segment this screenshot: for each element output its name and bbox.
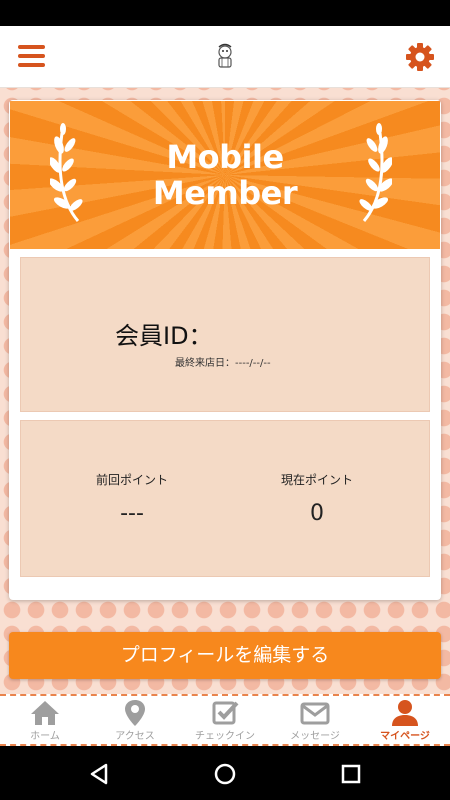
map-pin-icon: [125, 700, 145, 726]
checkbox-icon: [212, 701, 239, 725]
last-visit-value: ----/--/--: [235, 358, 271, 369]
android-navigation-bar: [0, 748, 450, 800]
edit-profile-button[interactable]: プロフィールを編集する: [9, 632, 441, 679]
previous-points-label: 前回ポイント: [95, 473, 168, 487]
mobile-member-banner: Mobile Member: [10, 101, 440, 249]
laurel-icon: [359, 123, 392, 222]
gear-icon[interactable]: [405, 42, 435, 72]
nav-label-mypage: マイページ: [380, 731, 430, 742]
nav-item-checkin[interactable]: チェックイン: [180, 696, 270, 744]
recents-square-icon[interactable]: [339, 762, 363, 786]
nav-label-home: ホーム: [30, 731, 60, 742]
nav-item-message[interactable]: メッセージ: [270, 696, 360, 744]
nav-label-access: アクセス: [115, 731, 155, 742]
nav-item-home[interactable]: ホーム: [0, 696, 90, 744]
previous-points-value: ---: [120, 501, 144, 526]
last-visit-label: 最終来店日：: [175, 358, 235, 369]
nav-item-mypage[interactable]: マイページ: [360, 696, 450, 744]
member-id-label: 会員ID：: [115, 322, 213, 350]
nav-item-access[interactable]: アクセス: [90, 696, 180, 744]
current-points-label: 現在ポイント: [280, 473, 353, 487]
member-info-panel: 会員ID： 最終来店日：----/--/--: [20, 257, 430, 412]
user-icon: [392, 700, 418, 726]
bottom-nav: ホーム アクセス チェックイン メッセージ マイページ: [0, 694, 450, 746]
main-content: Mobile Member 会員ID： 最終来店日：----/--/-- 前回ポ…: [0, 88, 450, 694]
nav-label-checkin: チェックイン: [195, 731, 255, 742]
hamburger-menu-icon[interactable]: [18, 45, 45, 69]
last-visit: 最終来店日：----/--/--: [175, 354, 271, 369]
home-circle-icon[interactable]: [213, 762, 237, 786]
points-panel: 前回ポイント --- 現在ポイント 0: [20, 420, 430, 577]
envelope-icon: [300, 702, 330, 725]
home-icon: [31, 701, 59, 725]
back-icon[interactable]: [87, 762, 111, 786]
current-points-value: 0: [310, 501, 324, 526]
status-bar: [0, 0, 450, 26]
mascot-logo-icon: [218, 43, 232, 68]
nav-label-message: メッセージ: [290, 731, 340, 742]
member-card: Mobile Member 会員ID： 最終来店日：----/--/-- 前回ポ…: [9, 100, 441, 600]
app-header: [0, 26, 450, 88]
